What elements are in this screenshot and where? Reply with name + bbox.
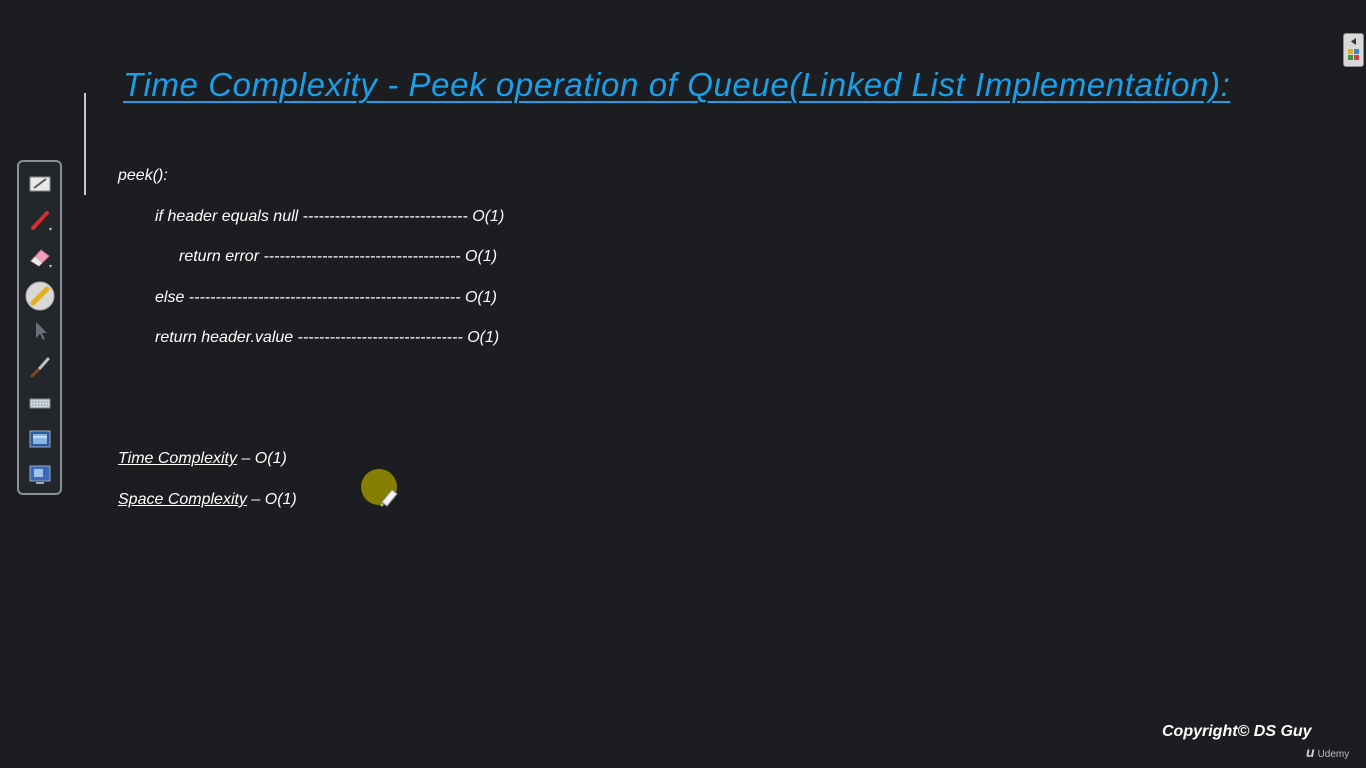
time-complexity-summary: Time Complexity – O(1) <box>118 450 287 468</box>
function-signature: peek(): <box>118 167 168 184</box>
space-complexity-value: – O(1) <box>246 491 297 508</box>
eraser-icon[interactable] <box>28 245 52 269</box>
code-line-else: else -----------------------------------… <box>155 289 497 306</box>
annotation-toolbar <box>17 160 62 495</box>
side-panel-toggle[interactable] <box>1343 33 1364 67</box>
brush-icon[interactable] <box>28 355 52 379</box>
pointer-icon[interactable] <box>28 319 52 343</box>
udemy-logo: u Udemy <box>1306 744 1349 760</box>
udemy-logo-text: Udemy <box>1317 749 1350 760</box>
eraser-cursor-icon <box>380 489 398 507</box>
text-caret-line <box>84 93 86 195</box>
space-complexity-summary: Space Complexity – O(1) <box>118 491 297 509</box>
screen-capture-icon[interactable] <box>28 427 52 451</box>
space-complexity-label: Space Complexity <box>118 491 247 508</box>
collapse-arrow-icon <box>1348 38 1359 60</box>
time-complexity-value: – O(1) <box>237 450 287 467</box>
code-line-if: if header equals null ------------------… <box>155 208 505 225</box>
udemy-logo-mark: u <box>1306 744 1315 760</box>
pen-icon[interactable] <box>28 208 52 232</box>
display-icon[interactable] <box>28 463 52 487</box>
time-complexity-label: Time Complexity <box>118 450 237 467</box>
copyright-notice: Copyright© DS Guy <box>1162 723 1312 740</box>
code-line-return-value: return header.value --------------------… <box>155 329 500 346</box>
highlighter-icon[interactable] <box>25 281 55 311</box>
page-title: Time Complexity - Peek operation of Queu… <box>123 66 1231 103</box>
whiteboard-icon[interactable] <box>28 172 52 196</box>
keyboard-icon[interactable] <box>28 391 52 415</box>
code-line-return-error: return error ---------------------------… <box>179 248 498 265</box>
